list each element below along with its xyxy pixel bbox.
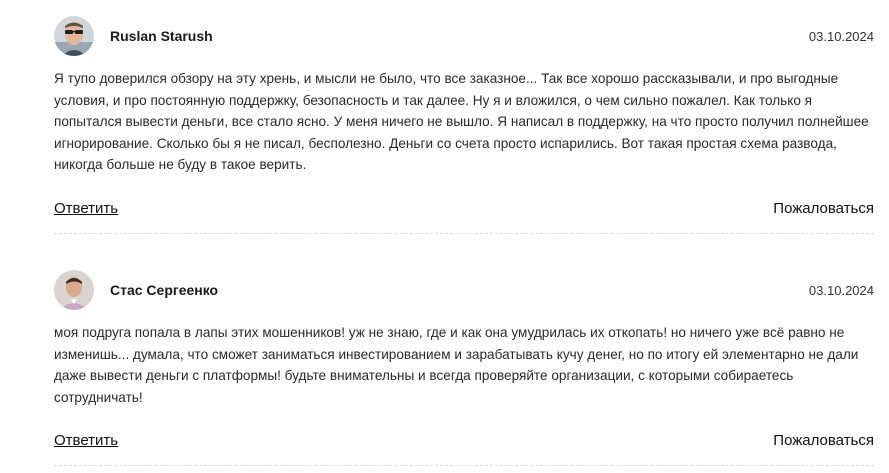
avatar [54, 270, 94, 310]
avatar [54, 16, 94, 56]
comment-text: Я тупо доверился обзору на эту хрень, и … [54, 71, 869, 172]
divider [54, 233, 874, 234]
reply-link[interactable]: Ответить [54, 432, 118, 449]
comment: Стас Сергеенко 03.10.2024 моя подруга по… [54, 268, 874, 449]
comment-actions: Ответить Пожаловаться [54, 200, 874, 224]
report-link[interactable]: Пожаловаться [773, 432, 874, 449]
comment: Ruslan Starush 03.10.2024 Я тупо доверил… [54, 14, 874, 217]
author-name: Стас Сергеенко [110, 282, 219, 298]
divider [54, 465, 874, 466]
comment-header: Стас Сергеенко 03.10.2024 [54, 268, 874, 314]
comment-text: моя подруга попала в лапы этих мошеннико… [54, 325, 859, 405]
reply-link[interactable]: Ответить [54, 200, 118, 217]
comment-actions: Ответить Пожаловаться [54, 432, 874, 456]
comment-date: 03.10.2024 [808, 29, 874, 44]
author-name: Ruslan Starush [110, 28, 213, 44]
report-link[interactable]: Пожаловаться [773, 200, 874, 217]
comment-date: 03.10.2024 [808, 283, 874, 298]
comment-header: Ruslan Starush 03.10.2024 [54, 14, 874, 60]
